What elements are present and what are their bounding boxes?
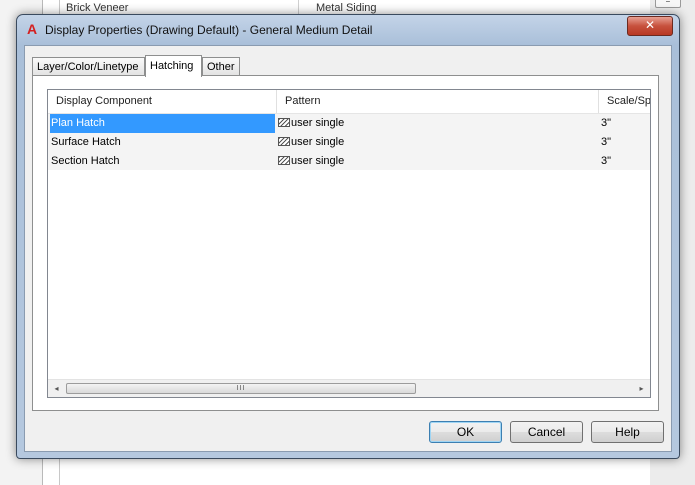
row-component-cell[interactable]: Plan Hatch	[50, 114, 275, 133]
column-header-pattern[interactable]: Pattern	[277, 90, 599, 113]
row-pattern-cell[interactable]: user single	[278, 133, 598, 152]
table-row[interactable]: Surface Hatch user single 3"	[48, 133, 650, 152]
ok-button[interactable]: OK	[429, 421, 502, 443]
column-header-display-component[interactable]: Display Component	[48, 90, 277, 113]
row-scale-cell[interactable]: 3"	[601, 133, 650, 152]
hatch-pattern-icon	[278, 118, 290, 127]
dialog-title: Display Properties (Drawing Default) - G…	[45, 23, 373, 37]
help-button[interactable]: Help	[591, 421, 664, 443]
hatch-pattern-icon	[278, 156, 290, 165]
tab-other[interactable]: Other	[202, 57, 240, 75]
row-component-cell[interactable]: Section Hatch	[50, 152, 275, 171]
cancel-button[interactable]: Cancel	[510, 421, 583, 443]
row-pattern-cell[interactable]: user single	[278, 114, 598, 133]
row-scale-cell[interactable]: 3"	[601, 114, 650, 133]
hatching-tab-panel: Display Component Pattern Scale/Sp Plan …	[32, 75, 659, 411]
hatch-pattern-icon	[278, 137, 290, 146]
row-pattern-label: user single	[291, 117, 345, 129]
scroll-left-icon[interactable]: ◂	[48, 380, 65, 397]
row-pattern-cell[interactable]: user single	[278, 152, 598, 171]
tab-layer-color-linetype[interactable]: Layer/Color/Linetype	[32, 57, 145, 75]
list-body: Plan Hatch user single 3" Surface Hatch …	[48, 114, 650, 171]
background-mini-button[interactable]: =	[655, 0, 681, 8]
close-button[interactable]: ✕	[627, 16, 673, 36]
row-component-cell[interactable]: Surface Hatch	[50, 133, 275, 152]
row-pattern-label: user single	[291, 136, 345, 148]
list-header: Display Component Pattern Scale/Sp	[48, 90, 650, 114]
dialog-client-area: Layer/Color/Linetype Hatching Other Disp…	[24, 45, 672, 452]
background-row-label: Brick Veneer	[66, 2, 129, 14]
autocad-a-icon: A	[26, 21, 38, 37]
table-row[interactable]: Plan Hatch user single 3"	[48, 114, 650, 133]
row-scale-cell[interactable]: 3"	[601, 152, 650, 171]
horizontal-scrollbar[interactable]: ◂ III ▸	[48, 379, 650, 397]
row-pattern-label: user single	[291, 155, 345, 167]
column-header-scale-spacing[interactable]: Scale/Sp	[599, 90, 650, 113]
scroll-right-icon[interactable]: ▸	[633, 380, 650, 397]
title-bar[interactable]: A Display Properties (Drawing Default) -…	[17, 15, 679, 45]
table-row[interactable]: Section Hatch user single 3"	[48, 152, 650, 171]
display-components-list[interactable]: Display Component Pattern Scale/Sp Plan …	[47, 89, 651, 398]
display-properties-dialog: A Display Properties (Drawing Default) -…	[16, 14, 680, 459]
tab-hatching[interactable]: Hatching	[145, 55, 202, 77]
scrollbar-thumb[interactable]: III	[66, 383, 416, 394]
background-row-label: Metal Siding	[316, 2, 377, 14]
